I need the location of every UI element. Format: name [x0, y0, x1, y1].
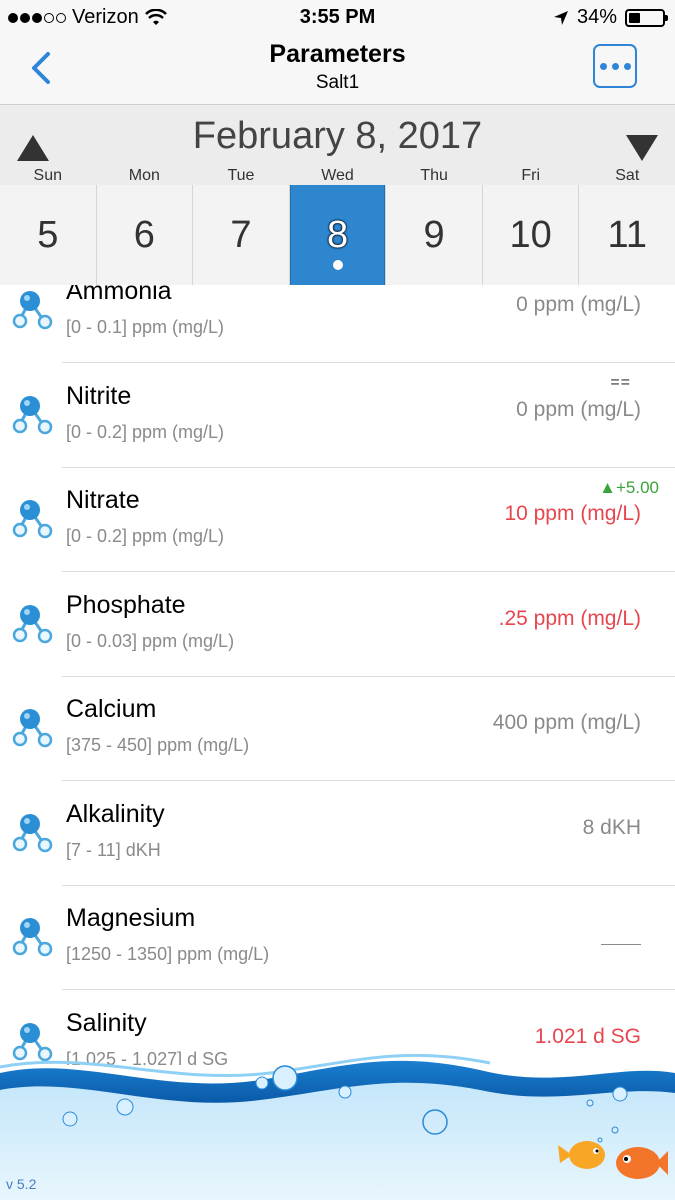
- status-bar: Verizon 3:55 PM 34%: [0, 0, 675, 36]
- battery-icon: [625, 8, 668, 27]
- molecule-icon: [10, 914, 56, 960]
- parameter-value: 400 ppm (mg/L): [492, 711, 641, 734]
- location-arrow-icon: [553, 10, 568, 25]
- day-fri[interactable]: 10 Fri: [482, 167, 580, 285]
- day-number: 7: [193, 185, 289, 285]
- day-thu[interactable]: 9 Thu: [386, 167, 483, 285]
- molecule-icon: [10, 392, 56, 438]
- parameter-row-phosphate[interactable]: Phosphate [0 - 0.03] ppm (mg/L) .25 ppm (m…: [0, 573, 675, 677]
- molecule-icon: [10, 496, 56, 542]
- day-sun[interactable]: 5 Sun: [0, 167, 97, 285]
- parameter-range: [0 - 0.03] ppm (mg/L): [66, 630, 235, 651]
- day-number: 10: [482, 185, 579, 285]
- day-sat[interactable]: 11 Sat: [579, 167, 675, 285]
- molecule-icon: [10, 287, 56, 333]
- day-name-label: Fri: [521, 167, 540, 184]
- parameter-name: Alkalinity: [66, 799, 165, 828]
- day-name-label: Tue: [227, 167, 255, 184]
- day-number: 8: [289, 185, 386, 285]
- parameter-range: [1250 - 1350] ppm (mg/L): [66, 944, 270, 964]
- parameter-range: [0 - 0.2] ppm (mg/L): [66, 526, 225, 546]
- parameter-value: 8 dKH: [582, 815, 641, 839]
- parameter-name: Magnesium: [66, 904, 196, 932]
- molecule-icon: [10, 705, 56, 751]
- molecule-icon: [10, 601, 56, 647]
- parameter-value: 10 ppm (mg/L): [504, 502, 641, 525]
- parameter-range: [0 - 0.2] ppm (mg/L): [66, 421, 225, 442]
- parameter-value: 0 ppm (mg/L): [516, 293, 641, 316]
- parameter-name: Nitrate: [66, 486, 140, 514]
- next-week-arrow-icon[interactable]: [626, 135, 658, 161]
- day-name-label: Sat: [615, 167, 640, 184]
- day-number: 9: [386, 185, 482, 285]
- parameter-list[interactable]: Ammonia [0 - 0.1] ppm (mg/L) 0 ppm (mg/L) N…: [0, 285, 675, 1065]
- parameter-name: Calcium: [66, 695, 157, 723]
- navigation-bar: Parameters Salt1: [0, 36, 675, 105]
- parameter-row-nitrite[interactable]: Nitrite [0 - 0.2] ppm (mg/L) 0 ppm (mg/L) =…: [0, 364, 675, 468]
- parameter-value: .25 ppm (mg/L): [498, 606, 641, 630]
- parameter-row-nitrate[interactable]: Nitrate [0 - 0.2] ppm (mg/L) 10 ppm (mg/L)…: [0, 468, 675, 572]
- day-name-label: Thu: [420, 167, 448, 184]
- parameter-row-alkalinity[interactable]: Alkalinity [7 - 11] dKH 8 dKH: [0, 782, 675, 886]
- data-indicator-dot: [332, 260, 343, 270]
- app-version: v 5.2: [6, 1176, 37, 1192]
- more-options-button[interactable]: [593, 44, 637, 88]
- parameter-change: ▲+5.00: [599, 478, 659, 497]
- parameter-name: Nitrite: [66, 381, 132, 410]
- status-right: 34%: [553, 6, 668, 29]
- parameter-range: [0 - 0.1] ppm (mg/L): [66, 317, 225, 337]
- day-wed[interactable]: 8 Wed: [289, 167, 387, 285]
- parameter-name: Ammonia: [66, 285, 172, 305]
- parameter-row-ammonia[interactable]: Ammonia [0 - 0.1] ppm (mg/L) 0 ppm (mg/L): [0, 285, 675, 363]
- day-name-label: Mon: [128, 167, 160, 184]
- day-number: 5: [0, 185, 96, 285]
- parameter-range: [7 - 11] dKH: [66, 839, 161, 860]
- day-strip: 5 Sun 6 Mon 7 Tue 8 Wed 9 Thu 10 Fri 11 Sat: [0, 167, 675, 285]
- battery-percent: 34%: [576, 6, 617, 28]
- selected-date: February 8, 2017: [192, 115, 483, 157]
- date-picker: February 8, 2017 5 Sun 6 Mon 7 Tue 8 Wed 9 Thu 10 F…: [0, 105, 675, 285]
- day-name-label: Wed: [321, 167, 354, 184]
- parameter-range: [375 - 450] ppm (mg/L): [66, 735, 250, 755]
- day-number: 6: [96, 185, 193, 285]
- parameter-change: ==: [610, 373, 631, 391]
- no-value-dash: [601, 944, 641, 945]
- parameter-row-calcium[interactable]: Calcium [375 - 450] ppm (mg/L) 400 ppm (mg…: [0, 677, 675, 781]
- parameter-value: 0 ppm (mg/L): [516, 397, 641, 421]
- page-title: Parameters: [269, 40, 406, 68]
- day-tue[interactable]: 7 Tue: [193, 167, 290, 285]
- parameter-name: Phosphate: [66, 590, 186, 619]
- parameter-row-magnesium[interactable]: Magnesium [1250 - 1350] ppm (mg/L): [0, 886, 675, 990]
- parameter-name: Salinity: [66, 1008, 147, 1037]
- wave-footer-graphic: [0, 1053, 675, 1200]
- tank-name: Salt1: [315, 72, 360, 93]
- day-name-label: Sun: [33, 167, 63, 184]
- molecule-icon: [10, 810, 56, 856]
- day-number: 11: [579, 185, 675, 285]
- day-mon[interactable]: 6 Mon: [96, 167, 194, 285]
